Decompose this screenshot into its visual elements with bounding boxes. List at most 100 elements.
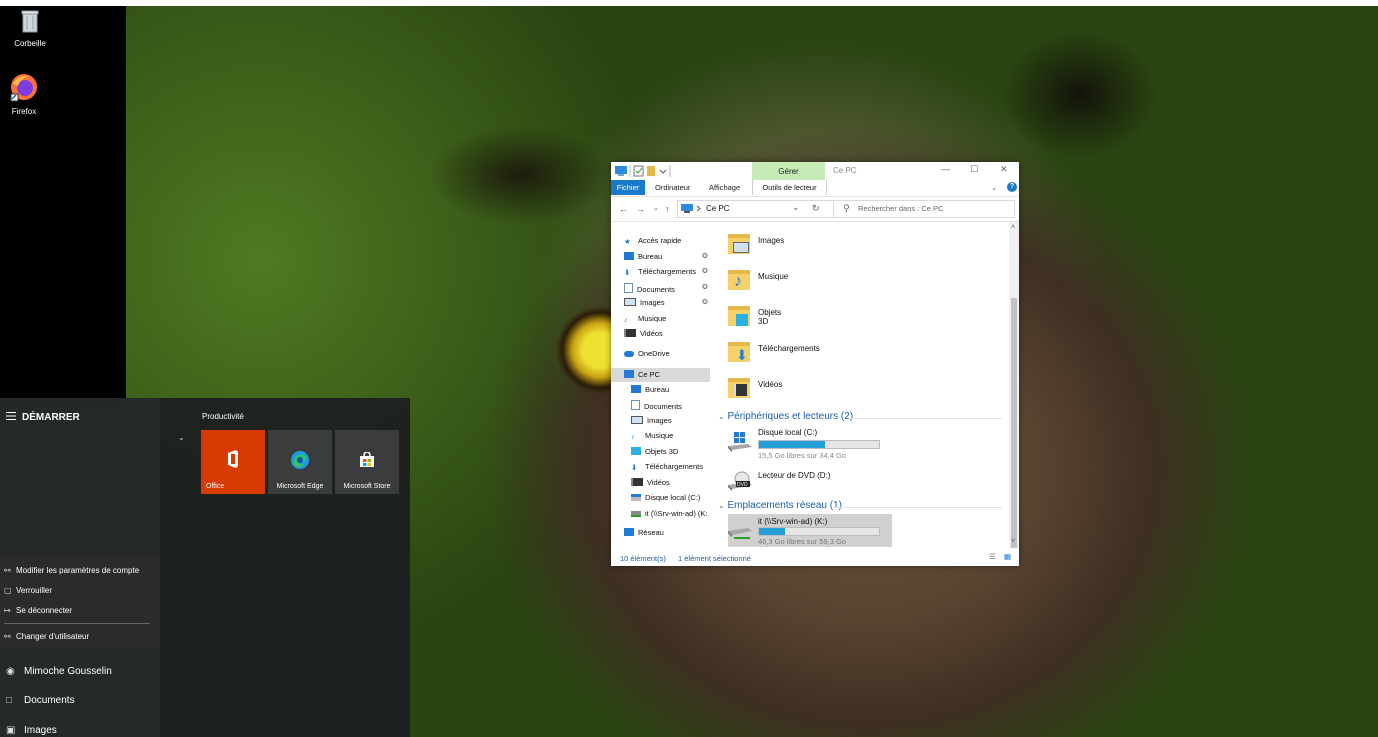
nav-pc-musique[interactable]: ♪ Musique (631, 431, 673, 445)
top-strip (0, 0, 1378, 6)
tile-microsoft-edge[interactable]: Microsoft Edge (268, 430, 332, 494)
pin-icon[interactable]: ✪ (702, 252, 708, 260)
up-arrow-icon[interactable]: ↑ (665, 204, 670, 214)
drive-label: it (\\Srv-win-ad) (K:) (758, 517, 828, 526)
network-drive-icon (631, 511, 641, 517)
nav-quick-access[interactable]: ★ Accès rapide (624, 236, 681, 250)
images-folder-icon (728, 232, 750, 254)
account-settings-label: Modifier les paramètres de compte (16, 566, 140, 575)
video-icon (631, 478, 643, 486)
tiles-view-icon[interactable]: ▦ (1004, 552, 1011, 561)
nav-label: Bureau (645, 385, 670, 394)
nav-ce-pc[interactable]: Ce PC (611, 368, 710, 382)
sign-out-icon: ↦ (4, 606, 11, 615)
hamburger-icon (6, 412, 16, 423)
scrollbar-thumb[interactable] (1011, 298, 1017, 548)
music-icon: ♪ (631, 432, 635, 441)
navigation-pane: ★ Accès rapide Bureau ✪ ⬇ Téléchargements … (611, 222, 710, 548)
pin-icon[interactable]: ✪ (702, 283, 708, 291)
star-icon: ★ (624, 237, 631, 246)
nav-pc-bureau[interactable]: Bureau (631, 385, 669, 399)
address-bar-row: ← → ⌄ ↑ Ce PC ⌄ ↻ ⚲ Rechercher dans : Ce… (611, 196, 1019, 222)
nav-pc-telechargements[interactable]: ⬇ Téléchargements (631, 462, 703, 476)
nav-item-videos[interactable]: Vidéos (624, 329, 663, 343)
desktop-icon-label: Corbeille (14, 39, 46, 48)
nav-onedrive[interactable]: OneDrive (624, 349, 670, 363)
ribbon-expand-icon[interactable]: ⌄ (991, 183, 997, 192)
store-icon (359, 451, 375, 470)
search-placeholder: Rechercher dans : Ce PC (858, 204, 944, 213)
nav-pc-objets-3d[interactable]: Objets 3D (631, 447, 678, 461)
rail-item-documents[interactable]: □ Documents (6, 695, 75, 706)
refresh-icon[interactable]: ↻ (812, 203, 820, 214)
account-settings-item[interactable]: ⚯ Modifier les paramètres de compte (4, 566, 139, 575)
nav-label: Accès rapide (638, 236, 682, 245)
rail-item-label: Documents (24, 695, 75, 706)
tile-office[interactable]: Office (201, 430, 265, 494)
nav-label: Documents (644, 402, 682, 411)
nav-pc-network-drive[interactable]: it (\\Srv-win-ad) (K: (631, 509, 710, 523)
help-icon[interactable]: ? (1007, 182, 1017, 192)
chevron-down-icon[interactable]: ⌄ (178, 433, 185, 442)
tile-microsoft-store[interactable]: Microsoft Store (335, 430, 399, 494)
network-icon (624, 528, 634, 536)
back-arrow-icon[interactable]: ← (619, 204, 628, 214)
video-icon (624, 329, 636, 337)
group-divider (834, 507, 1002, 508)
maximize-icon[interactable]: ☐ (970, 164, 978, 175)
nav-label: Ce PC (638, 370, 661, 379)
nav-pc-images[interactable]: Images (631, 416, 672, 430)
search-field[interactable]: ⚲ Rechercher dans : Ce PC (833, 200, 1015, 218)
pin-icon[interactable]: ✪ (702, 298, 708, 306)
nav-pc-documents[interactable]: Documents (631, 400, 682, 414)
desktop-icon-recycle-bin[interactable]: Corbeille (0, 8, 60, 48)
pin-icon[interactable]: ✪ (702, 267, 708, 275)
nav-item-bureau[interactable]: Bureau (624, 252, 662, 266)
recent-chevron-icon[interactable]: ⌄ (653, 204, 659, 212)
details-view-icon[interactable]: ☰ (989, 552, 996, 561)
tab-fichier[interactable]: Fichier (611, 180, 645, 195)
objects-3d-folder-icon (728, 304, 750, 326)
group-header-network[interactable]: ⌄ Emplacements réseau (1) (718, 500, 842, 511)
tile-group-label: Productivité (202, 412, 244, 421)
drive-item-network-k[interactable]: it (\\Srv-win-ad) (K:) 46,3 Go libres su… (728, 517, 888, 547)
drive-usage-fill (759, 528, 786, 535)
nav-label: Vidéos (647, 478, 670, 487)
minimize-icon[interactable]: — (941, 164, 950, 174)
vertical-scrollbar[interactable]: ˄ ˅ (1009, 222, 1019, 548)
nav-pc-videos[interactable]: Vidéos (631, 478, 670, 492)
address-dropdown-icon[interactable]: ⌄ (792, 202, 800, 213)
sign-out-item[interactable]: ↦ Se déconnecter (4, 606, 72, 615)
close-icon[interactable]: ✕ (1000, 164, 1008, 175)
nav-item-telechargements[interactable]: ⬇ Téléchargements (624, 267, 696, 281)
scroll-down-icon[interactable]: ˅ (1011, 538, 1015, 545)
tab-affichage[interactable]: Affichage (709, 183, 740, 192)
nav-item-images[interactable]: Images (624, 298, 665, 312)
nav-item-documents[interactable]: Documents (624, 283, 675, 297)
group-header-devices[interactable]: ⌄ Périphériques et lecteurs (2) (718, 411, 853, 422)
start-title[interactable]: DÉMARRER (6, 412, 80, 423)
dvd-drive-icon: DVD (728, 471, 754, 495)
tab-outils-de-lecteur[interactable]: Outils de lecteur (752, 180, 827, 195)
document-icon: □ (6, 695, 13, 706)
rail-item-user[interactable]: ◉ Mimoche Gousselin (6, 666, 112, 677)
group-label: Emplacements réseau (1) (727, 500, 842, 511)
scroll-up-icon[interactable]: ˄ (1011, 224, 1015, 231)
desktop-icon-firefox[interactable]: Firefox (0, 72, 54, 116)
nav-reseau[interactable]: Réseau (624, 528, 664, 542)
nav-item-musique[interactable]: ♪ Musique (624, 314, 666, 328)
switch-user-item[interactable]: ⚯ Changer d'utilisateur (4, 632, 89, 641)
lock-item[interactable]: ▢ Verrouiller (4, 586, 52, 595)
contextual-tab-manage[interactable]: Gérer (752, 162, 825, 180)
rail-item-images[interactable]: ▣ Images (6, 725, 57, 736)
address-field[interactable]: Ce PC ⌄ ↻ (677, 200, 834, 218)
start-menu: DÉMARRER ⚯ Modifier les paramètres de com… (0, 398, 410, 737)
firefox-icon (0, 72, 54, 104)
forward-arrow-icon[interactable]: → (636, 204, 645, 214)
account-menu-divider (4, 623, 150, 624)
tab-ordinateur[interactable]: Ordinateur (655, 183, 690, 192)
nav-pc-disque-local[interactable]: Disque local (C:) (631, 493, 700, 507)
nav-label: it (\\Srv-win-ad) (K: (645, 509, 708, 518)
tile-label: Office (206, 483, 225, 490)
folder-label: Images (758, 236, 785, 245)
